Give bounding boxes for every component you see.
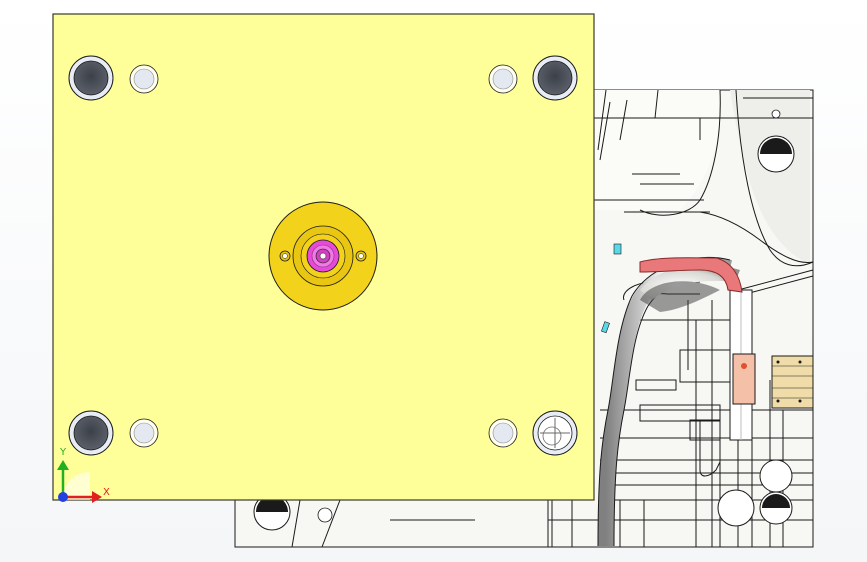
screw-hole-bottom-right[interactable]: [488, 418, 518, 448]
cad-viewport[interactable]: Y X: [0, 0, 867, 562]
sprue-bushing[interactable]: [306, 239, 340, 273]
insert-block[interactable]: [732, 353, 756, 405]
z-axis-dot: [58, 492, 68, 502]
mold-hole-top-right: [757, 135, 795, 173]
guide-hole-top-right[interactable]: [532, 55, 578, 101]
screw-hole-top-right[interactable]: [488, 64, 518, 94]
guide-hole-bottom-right[interactable]: [532, 410, 578, 456]
screw-hole-bottom-left[interactable]: [129, 418, 159, 448]
mold-hole-lower-right: [759, 459, 793, 493]
y-axis-label: Y: [59, 447, 67, 458]
guide-hole-top-left[interactable]: [68, 55, 114, 101]
gate-marker[interactable]: [613, 243, 622, 255]
x-axis-label: X: [103, 487, 110, 498]
guide-hole-bottom-left[interactable]: [68, 410, 114, 456]
screw-hole-top-left[interactable]: [129, 64, 159, 94]
